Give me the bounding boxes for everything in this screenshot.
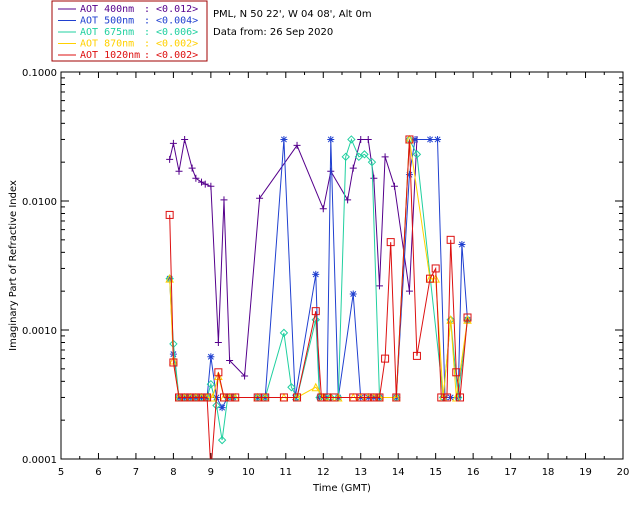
x-tick-label: 10 bbox=[242, 467, 255, 478]
plus-marker bbox=[256, 194, 264, 202]
x-tick-label: 14 bbox=[392, 467, 405, 478]
x-axis-label: Time (GMT) bbox=[312, 483, 371, 494]
chart: AOT 400nm : <0.012> AOT 500nm : <0.004> AOT … bbox=[8, 0, 629, 494]
plus-marker bbox=[169, 139, 177, 147]
plus-marker bbox=[319, 205, 327, 213]
legend-name: AOT 1020nm bbox=[80, 50, 140, 61]
legend-name: AOT 400nm bbox=[80, 4, 134, 15]
x-tick-label: 15 bbox=[429, 467, 442, 478]
series-aot-1020nm bbox=[165, 135, 472, 459]
plus-marker bbox=[357, 135, 365, 143]
plus-marker bbox=[192, 174, 200, 182]
legend-name: AOT 500nm bbox=[80, 16, 134, 27]
plus-marker bbox=[344, 196, 352, 204]
legend-stat: : <0.004> bbox=[144, 16, 198, 27]
plus-marker bbox=[220, 196, 228, 204]
series-line bbox=[169, 139, 468, 459]
x-tick-label: 18 bbox=[542, 467, 555, 478]
legend: AOT 400nm : <0.012> AOT 500nm : <0.004> AOT … bbox=[51, 0, 208, 62]
tick-labels: 5 6 7 8 9 10 11 12 13 14 15 16 17 18 19 20 0.1000 0.0100 0… bbox=[22, 68, 629, 478]
x-tick-label: 20 bbox=[617, 467, 630, 478]
plus-marker bbox=[214, 339, 222, 347]
plus-marker bbox=[175, 167, 183, 175]
star-marker bbox=[207, 353, 215, 361]
legend-stat: : <0.006> bbox=[144, 27, 198, 38]
x-tick-label: 6 bbox=[95, 467, 101, 478]
plus-marker bbox=[349, 164, 357, 172]
plus-marker bbox=[375, 282, 383, 290]
x-tick-label: 9 bbox=[208, 467, 214, 478]
x-tick-label: 12 bbox=[317, 467, 330, 478]
plus-marker bbox=[381, 153, 389, 161]
x-tick-label: 16 bbox=[467, 467, 480, 478]
star-marker bbox=[349, 290, 357, 298]
star-marker bbox=[280, 135, 288, 143]
y-axis-label: Imaginary Part of Refractive Index bbox=[8, 180, 19, 351]
x-tick-label: 5 bbox=[58, 467, 64, 478]
x-tick-label: 19 bbox=[579, 467, 592, 478]
x-tick-label: 7 bbox=[133, 467, 139, 478]
x-tick-label: 17 bbox=[504, 467, 517, 478]
plus-marker bbox=[188, 164, 196, 172]
legend-name: AOT 675nm bbox=[80, 27, 134, 38]
x-tick-label: 11 bbox=[279, 467, 292, 478]
series-line bbox=[169, 139, 468, 409]
star-marker bbox=[327, 135, 335, 143]
star-marker bbox=[458, 241, 466, 249]
plus-marker bbox=[370, 174, 378, 182]
legend-name: AOT 870nm bbox=[80, 39, 134, 50]
legend-stat: : <0.012> bbox=[144, 4, 198, 15]
star-marker bbox=[312, 270, 320, 278]
star-marker bbox=[426, 135, 434, 143]
plus-marker bbox=[364, 135, 372, 143]
site-label: PML, N 50 22', W 04 08', Alt 0m bbox=[213, 9, 372, 20]
y-tick-label: 0.0001 bbox=[22, 455, 57, 466]
date-label: Data from: 26 Sep 2020 bbox=[213, 27, 333, 38]
plus-marker bbox=[166, 155, 174, 163]
star-marker bbox=[434, 135, 442, 143]
plus-marker bbox=[293, 141, 301, 149]
x-tick-label: 8 bbox=[170, 467, 176, 478]
y-tick-label: 0.0100 bbox=[22, 197, 57, 208]
plus-marker bbox=[405, 287, 413, 295]
plus-marker bbox=[390, 182, 398, 190]
series-layer bbox=[165, 134, 472, 459]
y-tick-label: 0.0010 bbox=[22, 326, 57, 337]
y-tick-label: 0.1000 bbox=[22, 68, 57, 79]
plus-marker bbox=[181, 135, 189, 143]
series-line bbox=[169, 139, 418, 378]
legend-stat: : <0.002> bbox=[144, 39, 198, 50]
x-tick-label: 13 bbox=[354, 467, 367, 478]
legend-stat: : <0.002> bbox=[144, 50, 198, 61]
